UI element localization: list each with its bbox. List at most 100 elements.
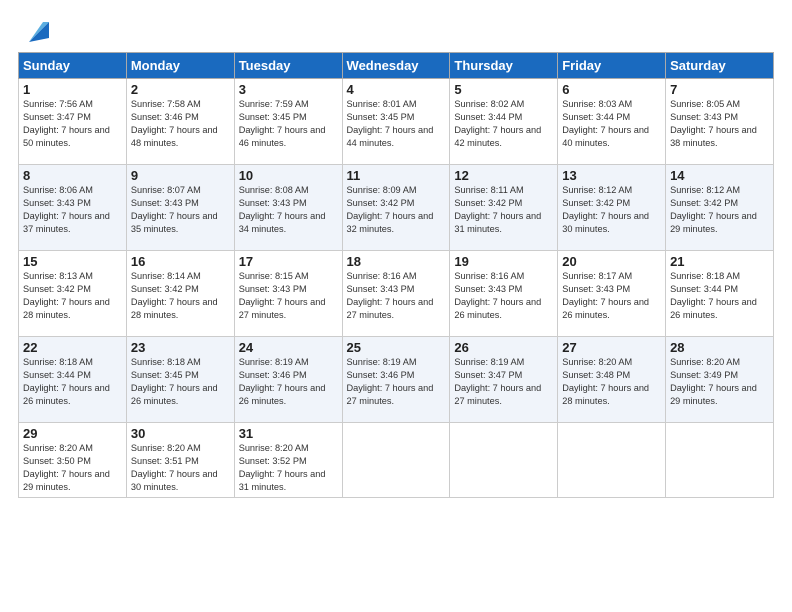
- day-info: Sunrise: 8:07 AMSunset: 3:43 PMDaylight:…: [131, 185, 218, 234]
- calendar-cell: 21 Sunrise: 8:18 AMSunset: 3:44 PMDaylig…: [666, 251, 774, 337]
- day-info: Sunrise: 8:20 AMSunset: 3:50 PMDaylight:…: [23, 443, 110, 492]
- day-info: Sunrise: 8:05 AMSunset: 3:43 PMDaylight:…: [670, 99, 757, 148]
- calendar-cell: 23 Sunrise: 8:18 AMSunset: 3:45 PMDaylig…: [126, 337, 234, 423]
- header: [18, 18, 774, 46]
- page: SundayMondayTuesdayWednesdayThursdayFrid…: [0, 0, 792, 508]
- logo: [18, 18, 53, 46]
- day-number: 22: [23, 340, 122, 355]
- calendar-cell: 1 Sunrise: 7:56 AMSunset: 3:47 PMDayligh…: [19, 79, 127, 165]
- calendar-cell: 7 Sunrise: 8:05 AMSunset: 3:43 PMDayligh…: [666, 79, 774, 165]
- day-number: 24: [239, 340, 338, 355]
- day-number: 20: [562, 254, 661, 269]
- day-number: 10: [239, 168, 338, 183]
- calendar-cell: 28 Sunrise: 8:20 AMSunset: 3:49 PMDaylig…: [666, 337, 774, 423]
- day-info: Sunrise: 8:03 AMSunset: 3:44 PMDaylight:…: [562, 99, 649, 148]
- day-number: 23: [131, 340, 230, 355]
- calendar-cell: 24 Sunrise: 8:19 AMSunset: 3:46 PMDaylig…: [234, 337, 342, 423]
- day-number: 16: [131, 254, 230, 269]
- calendar-week-row: 1 Sunrise: 7:56 AMSunset: 3:47 PMDayligh…: [19, 79, 774, 165]
- calendar-week-row: 22 Sunrise: 8:18 AMSunset: 3:44 PMDaylig…: [19, 337, 774, 423]
- calendar-cell: 27 Sunrise: 8:20 AMSunset: 3:48 PMDaylig…: [558, 337, 666, 423]
- day-number: 26: [454, 340, 553, 355]
- day-number: 6: [562, 82, 661, 97]
- day-number: 4: [347, 82, 446, 97]
- calendar-cell: 31 Sunrise: 8:20 AMSunset: 3:52 PMDaylig…: [234, 423, 342, 498]
- day-number: 2: [131, 82, 230, 97]
- calendar-header-row: SundayMondayTuesdayWednesdayThursdayFrid…: [19, 53, 774, 79]
- calendar-cell: [558, 423, 666, 498]
- day-number: 12: [454, 168, 553, 183]
- calendar-header-monday: Monday: [126, 53, 234, 79]
- calendar-cell: 9 Sunrise: 8:07 AMSunset: 3:43 PMDayligh…: [126, 165, 234, 251]
- day-number: 7: [670, 82, 769, 97]
- day-number: 9: [131, 168, 230, 183]
- day-info: Sunrise: 8:12 AMSunset: 3:42 PMDaylight:…: [562, 185, 649, 234]
- day-number: 17: [239, 254, 338, 269]
- day-info: Sunrise: 8:18 AMSunset: 3:44 PMDaylight:…: [670, 271, 757, 320]
- calendar-cell: 19 Sunrise: 8:16 AMSunset: 3:43 PMDaylig…: [450, 251, 558, 337]
- day-number: 31: [239, 426, 338, 441]
- day-info: Sunrise: 7:59 AMSunset: 3:45 PMDaylight:…: [239, 99, 326, 148]
- day-number: 8: [23, 168, 122, 183]
- day-info: Sunrise: 8:18 AMSunset: 3:45 PMDaylight:…: [131, 357, 218, 406]
- calendar-cell: 2 Sunrise: 7:58 AMSunset: 3:46 PMDayligh…: [126, 79, 234, 165]
- day-info: Sunrise: 7:58 AMSunset: 3:46 PMDaylight:…: [131, 99, 218, 148]
- calendar-cell: 3 Sunrise: 7:59 AMSunset: 3:45 PMDayligh…: [234, 79, 342, 165]
- calendar-cell: 12 Sunrise: 8:11 AMSunset: 3:42 PMDaylig…: [450, 165, 558, 251]
- day-number: 21: [670, 254, 769, 269]
- day-info: Sunrise: 8:16 AMSunset: 3:43 PMDaylight:…: [454, 271, 541, 320]
- day-info: Sunrise: 8:06 AMSunset: 3:43 PMDaylight:…: [23, 185, 110, 234]
- calendar-cell: [666, 423, 774, 498]
- day-number: 11: [347, 168, 446, 183]
- day-info: Sunrise: 8:19 AMSunset: 3:46 PMDaylight:…: [239, 357, 326, 406]
- day-info: Sunrise: 8:20 AMSunset: 3:52 PMDaylight:…: [239, 443, 326, 492]
- day-info: Sunrise: 8:02 AMSunset: 3:44 PMDaylight:…: [454, 99, 541, 148]
- day-number: 29: [23, 426, 122, 441]
- day-info: Sunrise: 8:11 AMSunset: 3:42 PMDaylight:…: [454, 185, 541, 234]
- calendar-header-wednesday: Wednesday: [342, 53, 450, 79]
- day-number: 27: [562, 340, 661, 355]
- day-number: 28: [670, 340, 769, 355]
- calendar-cell: 14 Sunrise: 8:12 AMSunset: 3:42 PMDaylig…: [666, 165, 774, 251]
- calendar-cell: 30 Sunrise: 8:20 AMSunset: 3:51 PMDaylig…: [126, 423, 234, 498]
- day-number: 1: [23, 82, 122, 97]
- calendar-cell: 6 Sunrise: 8:03 AMSunset: 3:44 PMDayligh…: [558, 79, 666, 165]
- day-info: Sunrise: 8:16 AMSunset: 3:43 PMDaylight:…: [347, 271, 434, 320]
- calendar-header-sunday: Sunday: [19, 53, 127, 79]
- calendar-header-saturday: Saturday: [666, 53, 774, 79]
- day-info: Sunrise: 8:17 AMSunset: 3:43 PMDaylight:…: [562, 271, 649, 320]
- calendar-cell: 29 Sunrise: 8:20 AMSunset: 3:50 PMDaylig…: [19, 423, 127, 498]
- day-number: 14: [670, 168, 769, 183]
- day-number: 30: [131, 426, 230, 441]
- calendar-cell: 25 Sunrise: 8:19 AMSunset: 3:46 PMDaylig…: [342, 337, 450, 423]
- calendar-cell: 5 Sunrise: 8:02 AMSunset: 3:44 PMDayligh…: [450, 79, 558, 165]
- day-info: Sunrise: 8:08 AMSunset: 3:43 PMDaylight:…: [239, 185, 326, 234]
- day-info: Sunrise: 8:12 AMSunset: 3:42 PMDaylight:…: [670, 185, 757, 234]
- logo-icon: [21, 14, 53, 46]
- calendar-header-tuesday: Tuesday: [234, 53, 342, 79]
- calendar-week-row: 15 Sunrise: 8:13 AMSunset: 3:42 PMDaylig…: [19, 251, 774, 337]
- day-info: Sunrise: 8:09 AMSunset: 3:42 PMDaylight:…: [347, 185, 434, 234]
- day-info: Sunrise: 8:19 AMSunset: 3:47 PMDaylight:…: [454, 357, 541, 406]
- day-info: Sunrise: 8:13 AMSunset: 3:42 PMDaylight:…: [23, 271, 110, 320]
- calendar-cell: 17 Sunrise: 8:15 AMSunset: 3:43 PMDaylig…: [234, 251, 342, 337]
- calendar-table: SundayMondayTuesdayWednesdayThursdayFrid…: [18, 52, 774, 498]
- day-number: 19: [454, 254, 553, 269]
- day-info: Sunrise: 8:20 AMSunset: 3:51 PMDaylight:…: [131, 443, 218, 492]
- day-info: Sunrise: 8:15 AMSunset: 3:43 PMDaylight:…: [239, 271, 326, 320]
- calendar-cell: 15 Sunrise: 8:13 AMSunset: 3:42 PMDaylig…: [19, 251, 127, 337]
- day-info: Sunrise: 7:56 AMSunset: 3:47 PMDaylight:…: [23, 99, 110, 148]
- day-info: Sunrise: 8:14 AMSunset: 3:42 PMDaylight:…: [131, 271, 218, 320]
- day-info: Sunrise: 8:01 AMSunset: 3:45 PMDaylight:…: [347, 99, 434, 148]
- day-info: Sunrise: 8:19 AMSunset: 3:46 PMDaylight:…: [347, 357, 434, 406]
- day-number: 25: [347, 340, 446, 355]
- calendar-week-row: 29 Sunrise: 8:20 AMSunset: 3:50 PMDaylig…: [19, 423, 774, 498]
- calendar-cell: 20 Sunrise: 8:17 AMSunset: 3:43 PMDaylig…: [558, 251, 666, 337]
- day-info: Sunrise: 8:20 AMSunset: 3:48 PMDaylight:…: [562, 357, 649, 406]
- calendar-cell: 8 Sunrise: 8:06 AMSunset: 3:43 PMDayligh…: [19, 165, 127, 251]
- day-number: 5: [454, 82, 553, 97]
- calendar-cell: [342, 423, 450, 498]
- calendar-cell: 11 Sunrise: 8:09 AMSunset: 3:42 PMDaylig…: [342, 165, 450, 251]
- day-number: 15: [23, 254, 122, 269]
- day-info: Sunrise: 8:20 AMSunset: 3:49 PMDaylight:…: [670, 357, 757, 406]
